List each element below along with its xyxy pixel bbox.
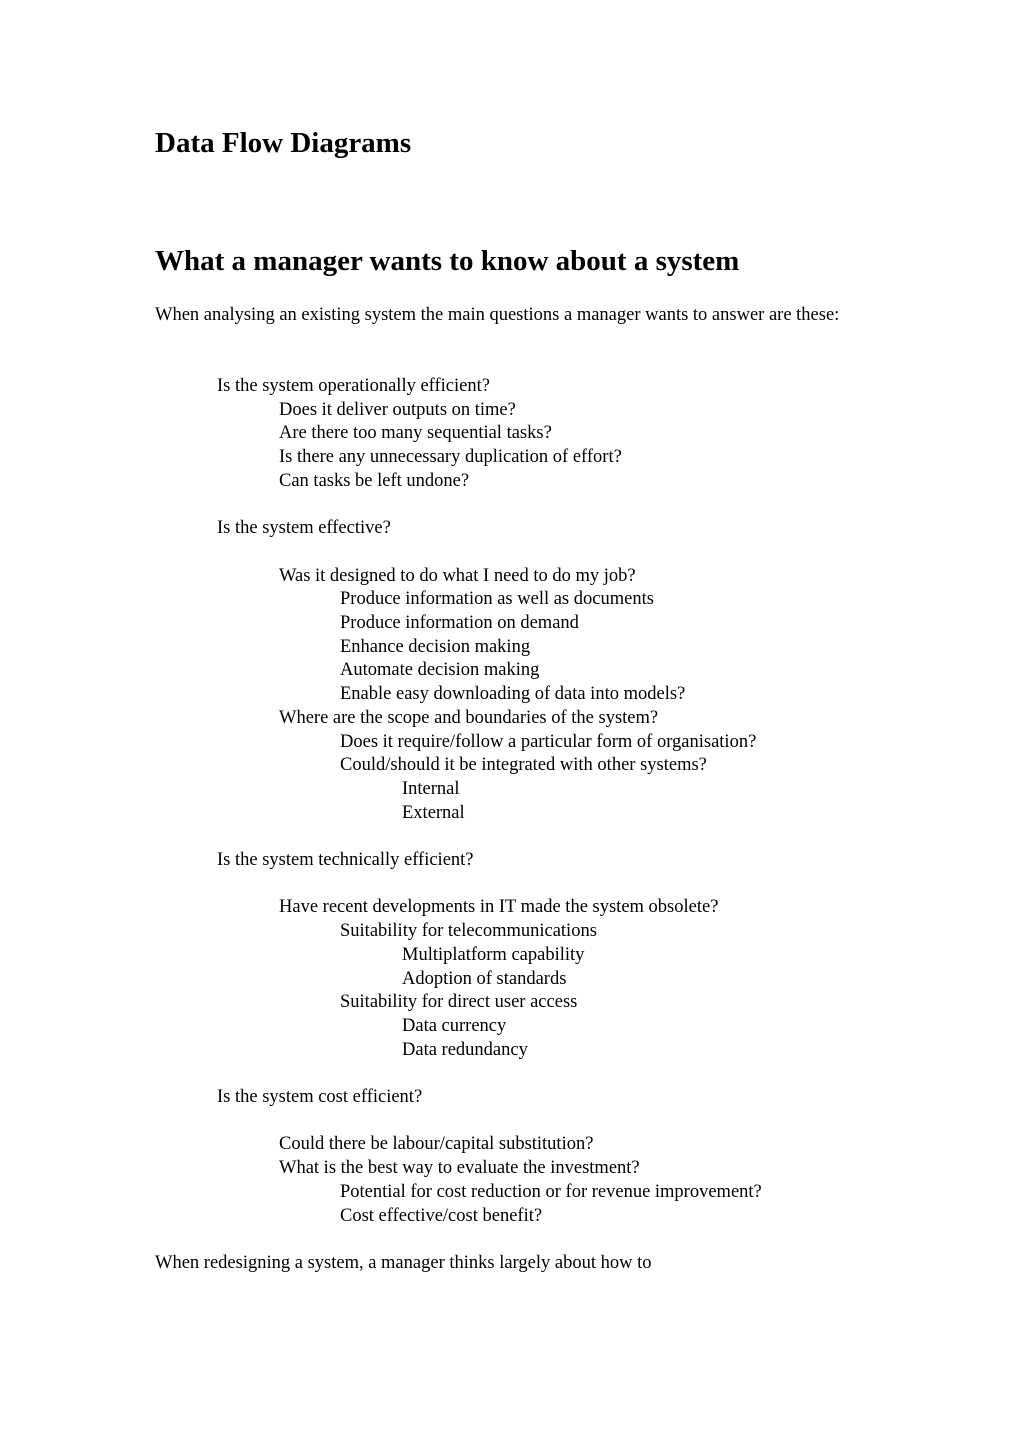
outline-item-level-2: Have recent developments in IT made the … [279,897,719,918]
outline-item-level-3: Enhance decision making [340,636,531,657]
outline-item-level-1: Is the system technically efficient? [217,850,474,870]
outline-item-level-4: External [402,802,465,823]
outline-item-level-3: Produce information as well as documents [340,589,654,610]
outline-item-level-3: Does it require/follow a particular form… [340,731,757,752]
outline-item-level-4: Data currency [402,1015,507,1036]
outline-item-level-3: Cost effective/cost benefit? [340,1205,543,1226]
outline-item-level-2: Are there too many sequential tasks? [279,423,552,444]
outline-item-level-3: Produce information on demand [340,613,579,633]
outline-item-level-1: Is the system effective? [217,518,391,539]
outline-item-level-4: Data redundancy [402,1039,528,1060]
outline-item-level-2: What is the best way to evaluate the inv… [279,1158,640,1179]
outline-item-level-1: Is the system operationally efficient? [217,376,490,396]
outline-item-level-3: Automate decision making [340,660,540,681]
intro-paragraph: When analysing an existing system the ma… [155,305,840,325]
closing-paragraph: When redesigning a system, a manager thi… [155,1252,652,1273]
section-heading: What a manager wants to know about a sys… [155,245,740,277]
outline-item-level-4: Internal [402,778,460,799]
outline-item-level-3: Potential for cost reduction or for reve… [340,1181,762,1202]
outline-item-level-4: Adoption of standards [402,968,567,989]
outline-item-level-2: Could there be labour/capital substituti… [279,1134,594,1155]
outline-item-level-2: Can tasks be left undone? [279,470,470,491]
outline-item-level-2: Does it deliver outputs on time? [279,399,516,420]
outline-item-level-1: Is the system cost efficient? [217,1087,423,1107]
outline-item-level-4: Multiplatform capability [402,944,585,965]
outline-item-level-2: Where are the scope and boundaries of th… [279,707,659,728]
document-title: Data Flow Diagrams [155,127,412,159]
outline-item-level-3: Suitability for telecommunications [340,921,597,942]
outline-item-level-3: Suitability for direct user access [340,992,578,1013]
outline-item-level-2: Was it designed to do what I need to do … [279,565,636,586]
outline-item-level-2: Is there any unnecessary duplication of … [279,447,622,468]
outline-item-level-3: Could/should it be integrated with other… [340,755,707,776]
outline-item-level-3: Enable easy downloading of data into mod… [340,684,686,705]
